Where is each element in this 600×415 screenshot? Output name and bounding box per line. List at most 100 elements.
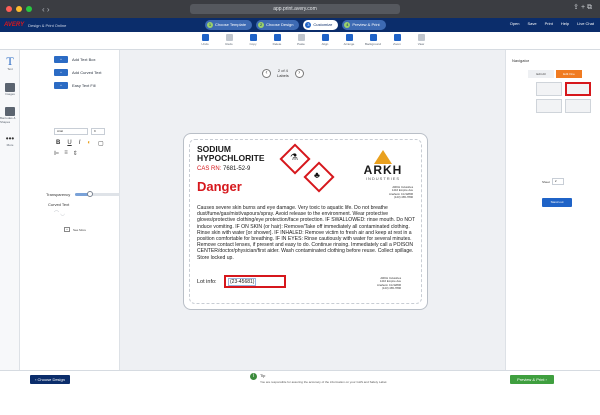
- page-navigator: ‹ 2 of 4 Labels ›: [262, 68, 304, 78]
- step-choose-design[interactable]: 2 Choose Design: [256, 20, 300, 30]
- browser-chrome: ‹ › app.print.avery.com ⇪ + ⧉: [0, 0, 600, 18]
- ghs-label[interactable]: SODIUM HYPOCHLORITE CAS RN: 7681-52-9 Da…: [183, 133, 428, 310]
- tab-edit-all[interactable]: Edit All: [528, 70, 554, 78]
- live-chat-button[interactable]: Live Chat: [577, 21, 594, 26]
- add-text-box-button[interactable]: + Add Text Box: [54, 56, 119, 63]
- step-choose-template[interactable]: 1 Choose Template: [205, 20, 253, 30]
- next-page-button[interactable]: ›: [294, 68, 304, 78]
- open-button[interactable]: Open: [510, 21, 520, 26]
- rail-more[interactable]: ••• More: [0, 128, 20, 154]
- close-window-button[interactable]: [6, 6, 12, 12]
- avery-logo[interactable]: AVERY: [4, 22, 24, 28]
- paste-button[interactable]: Paste: [294, 34, 308, 46]
- background-icon: [369, 34, 377, 41]
- supplier-address-bottom[interactable]: ARKH Industries 1416 Empire Ave Anaheim …: [377, 276, 401, 291]
- previous-page-button[interactable]: ‹: [262, 68, 271, 78]
- curve-shape-icon[interactable]: ⌒ ◡: [54, 210, 65, 217]
- text-icon: T: [6, 54, 14, 68]
- signal-word[interactable]: Danger: [197, 179, 242, 194]
- stand-out-button[interactable]: Stand out: [542, 198, 572, 207]
- minimize-window-button[interactable]: [16, 6, 22, 12]
- align-icon: [321, 34, 329, 41]
- font-size-select[interactable]: 9: [91, 128, 105, 135]
- corrosion-icon: ⚗: [290, 152, 299, 162]
- tip-message: You are responsible for assuring the acc…: [260, 380, 388, 384]
- zoom-button[interactable]: Zoom: [390, 34, 404, 46]
- view-button[interactable]: View: [414, 34, 428, 46]
- zoom-icon: [393, 34, 401, 41]
- paste-icon: [297, 34, 305, 41]
- app-window: ‹ › app.print.avery.com ⇪ + ⧉ AVERY Desi…: [0, 0, 600, 415]
- curved-text-label: Curved Text: [48, 202, 70, 207]
- trash-icon: [273, 34, 281, 41]
- tip-box: i Tip You are responsible for assuring t…: [250, 373, 387, 384]
- tip-title: Tip: [260, 373, 266, 378]
- text-spacing-icon[interactable]: ⇕: [73, 150, 78, 157]
- font-family-select[interactable]: Arial: [54, 128, 88, 135]
- browser-menu-icon[interactable]: ⇪ + ⧉: [573, 3, 592, 12]
- color-picker-icon[interactable]: ◐: [87, 140, 91, 147]
- tab-edit-one[interactable]: Edit One: [556, 70, 582, 78]
- url-bar[interactable]: app.print.avery.com: [190, 4, 400, 14]
- redo-button[interactable]: Redo: [222, 34, 236, 46]
- app-header: AVERY Design & Print Online 1 Choose Temp…: [0, 18, 600, 32]
- undo-button[interactable]: Undo: [198, 34, 212, 46]
- align-center-icon[interactable]: ≡: [64, 150, 68, 157]
- wizard-steps: 1 Choose Template 2 Choose Design 3 Customi…: [205, 20, 386, 30]
- transparency-knob[interactable]: [87, 191, 93, 197]
- rail-text[interactable]: T Text: [0, 50, 20, 76]
- lot-info-value[interactable]: (23-45681): [228, 278, 257, 286]
- cas-number[interactable]: CAS RN: 7681-52-9: [197, 166, 250, 172]
- see-more-button[interactable]: + See More: [64, 227, 86, 232]
- left-rail: T Text Images Barcodes & Shapes ••• More: [0, 50, 20, 370]
- lightbulb-icon: i: [250, 373, 257, 380]
- navigator-panel: Navigator Edit All Edit One Sheet 2 Stan…: [505, 50, 600, 370]
- thumbnail-4[interactable]: [565, 99, 591, 113]
- add-icon: +: [54, 82, 68, 89]
- underline-button[interactable]: U: [67, 140, 71, 147]
- navigator-title: Navigator: [512, 58, 530, 63]
- align-left-icon[interactable]: ⊫: [54, 150, 59, 157]
- align-button[interactable]: Align: [318, 34, 332, 46]
- easy-text-fill-button[interactable]: + Easy Text Fill: [54, 82, 119, 89]
- expand-icon: +: [64, 227, 70, 232]
- barcode-icon: [5, 106, 15, 116]
- save-button[interactable]: Save: [528, 21, 537, 26]
- thumbnail-2[interactable]: [565, 82, 591, 96]
- thumbnail-3[interactable]: [536, 99, 562, 113]
- delete-button[interactable]: Delete: [270, 34, 284, 46]
- thumbnail-1[interactable]: [536, 82, 562, 96]
- image-icon: [5, 82, 15, 92]
- grid-icon: [417, 34, 425, 41]
- help-button[interactable]: Help: [561, 21, 569, 26]
- hazard-statements[interactable]: Causes severe skin burns and eye damage.…: [197, 205, 417, 261]
- lot-info-field[interactable]: (23-45681): [224, 275, 286, 288]
- maximize-window-button[interactable]: [26, 6, 32, 12]
- italic-button[interactable]: I: [79, 140, 81, 147]
- add-curved-text-button[interactable]: + Add Curved Text: [54, 69, 119, 76]
- product-name[interactable]: SODIUM HYPOCHLORITE: [197, 145, 265, 163]
- more-dots-icon: •••: [5, 134, 15, 143]
- back-forward-icon[interactable]: ‹ ›: [42, 5, 50, 14]
- background-button[interactable]: Background: [365, 34, 381, 46]
- add-icon: +: [54, 69, 68, 76]
- step-preview-print[interactable]: 4 Preview & Print: [342, 20, 386, 30]
- rail-images[interactable]: Images: [0, 76, 20, 102]
- copy-button[interactable]: Copy: [246, 34, 260, 46]
- page-sub-label: Labels: [277, 73, 289, 78]
- company-logo[interactable]: ARKH INDUSTRIES: [352, 150, 414, 181]
- arrange-button[interactable]: Arrange: [342, 34, 356, 46]
- step-customize[interactable]: 3 Customize: [303, 20, 339, 30]
- transparency-label: Transparency: [46, 192, 71, 197]
- header-actions: Open Save Print Help Live Chat: [510, 21, 594, 26]
- rail-barcodes-shapes[interactable]: Barcodes & Shapes: [0, 102, 20, 128]
- supplier-address-top[interactable]: ARKH Industries 1416 Empire Ave Anaheim …: [389, 185, 413, 200]
- preview-print-button[interactable]: Preview & Print ›: [510, 375, 554, 384]
- sheet-number-select[interactable]: 2: [551, 178, 564, 185]
- outline-icon[interactable]: ▢: [98, 140, 104, 147]
- choose-design-button[interactable]: ‹ Choose Design: [30, 375, 70, 384]
- bold-button[interactable]: B: [56, 140, 60, 147]
- print-button[interactable]: Print: [545, 21, 553, 26]
- redo-icon: [225, 34, 233, 41]
- sheet-selector: Sheet 2: [542, 178, 564, 185]
